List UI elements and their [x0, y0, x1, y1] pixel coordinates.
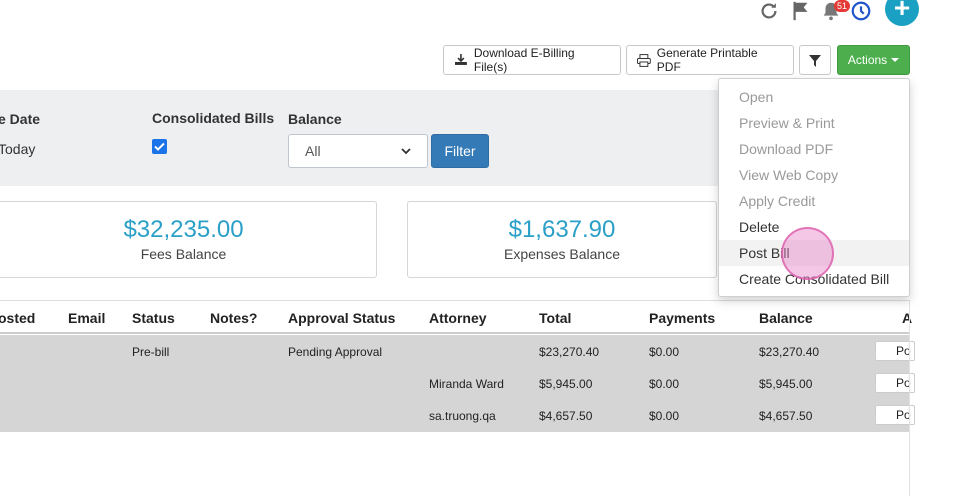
date-filter-label: e Date	[0, 111, 41, 127]
refresh-icon[interactable]	[758, 0, 780, 22]
filter-toggle-button[interactable]	[799, 45, 831, 75]
table-header: osted Email Status Notes? Approval Statu…	[0, 300, 912, 334]
chevron-down-icon	[891, 58, 900, 62]
menu-item-view-web-copy[interactable]: View Web Copy	[719, 162, 909, 188]
cell-payments: $0.00	[649, 409, 680, 423]
column-header-total[interactable]: Total	[539, 310, 571, 326]
fees-balance-card: $32,235.00 Fees Balance	[0, 201, 377, 278]
generate-pdf-button[interactable]: Generate Printable PDF	[626, 45, 794, 75]
cell-payments: $0.00	[649, 377, 680, 391]
actions-dropdown-menu: Open Preview & Print Download PDF View W…	[718, 78, 910, 297]
cell-approval-status: Pending Approval	[288, 345, 383, 359]
cell-balance: $4,657.50	[759, 409, 813, 423]
plus-icon: +	[893, 0, 911, 23]
expenses-balance-amount: $1,637.90	[508, 216, 616, 243]
column-header-attorney[interactable]: Attorney	[429, 310, 487, 326]
filter-button-label: Filter	[444, 143, 476, 159]
cell-balance: $23,270.40	[759, 345, 820, 359]
chevron-down-icon	[401, 147, 411, 154]
cell-attorney: sa.truong.qa	[429, 409, 496, 423]
column-header-approval-status[interactable]: Approval Status	[288, 310, 395, 326]
cell-attorney: Miranda Ward	[429, 377, 504, 391]
menu-item-delete[interactable]: Delete	[719, 214, 909, 240]
consolidated-bills-label: Consolidated Bills	[152, 110, 275, 126]
date-filter-value[interactable]: Today	[0, 141, 35, 157]
menu-item-open[interactable]: Open	[719, 84, 909, 110]
clock-icon[interactable]	[850, 0, 872, 22]
cell-balance: $5,945.00	[759, 377, 813, 391]
expenses-balance-label: Expenses Balance	[504, 246, 620, 262]
fees-balance-label: Fees Balance	[140, 246, 227, 262]
add-button[interactable]: +	[885, 0, 919, 26]
menu-item-create-consolidated-bill[interactable]: Create Consolidated Bill	[719, 266, 909, 292]
filter-button[interactable]: Filter	[431, 134, 489, 168]
menu-item-download-pdf[interactable]: Download PDF	[719, 136, 909, 162]
balance-select-value: All	[305, 143, 321, 159]
column-header-actions[interactable]: A	[902, 310, 912, 326]
print-icon	[637, 53, 651, 67]
cell-total: $4,657.50	[539, 409, 593, 423]
download-ebilling-button[interactable]: Download E-Billing File(s)	[443, 45, 621, 75]
actions-label: Actions	[847, 53, 888, 67]
generate-pdf-label: Generate Printable PDF	[656, 46, 758, 74]
fees-balance-amount: $32,235.00	[123, 216, 244, 243]
cell-total: $5,945.00	[539, 377, 593, 391]
column-header-email[interactable]: Email	[68, 310, 105, 326]
balance-select[interactable]: All	[288, 134, 428, 168]
column-header-balance[interactable]: Balance	[759, 310, 813, 326]
column-header-posted[interactable]: osted	[0, 310, 35, 326]
notification-badge: 51	[834, 0, 851, 12]
download-ebilling-label: Download E-Billing File(s)	[473, 46, 575, 74]
panel-divider	[909, 300, 910, 496]
table-body: Pre-bill Pending Approval $23,270.40 $0.…	[0, 335, 915, 432]
menu-item-post-bill[interactable]: Post Bill	[719, 240, 909, 266]
expenses-balance-card: $1,637.90 Expenses Balance	[407, 201, 717, 278]
column-header-payments[interactable]: Payments	[649, 310, 715, 326]
cell-payments: $0.00	[649, 345, 680, 359]
consolidated-bills-checkbox[interactable]	[152, 139, 167, 154]
flag-icon[interactable]	[790, 0, 812, 22]
download-icon	[454, 54, 467, 65]
menu-item-apply-credit[interactable]: Apply Credit	[719, 188, 909, 214]
column-header-notes[interactable]: Notes?	[210, 310, 257, 326]
funnel-icon	[809, 54, 821, 67]
cell-total: $23,270.40	[539, 345, 600, 359]
cell-status: Pre-bill	[132, 345, 170, 359]
balance-label: Balance	[288, 111, 342, 127]
column-header-status[interactable]: Status	[132, 310, 175, 326]
checkmark-icon	[154, 142, 165, 151]
menu-item-preview-print[interactable]: Preview & Print	[719, 110, 909, 136]
actions-button[interactable]: Actions	[837, 45, 910, 75]
